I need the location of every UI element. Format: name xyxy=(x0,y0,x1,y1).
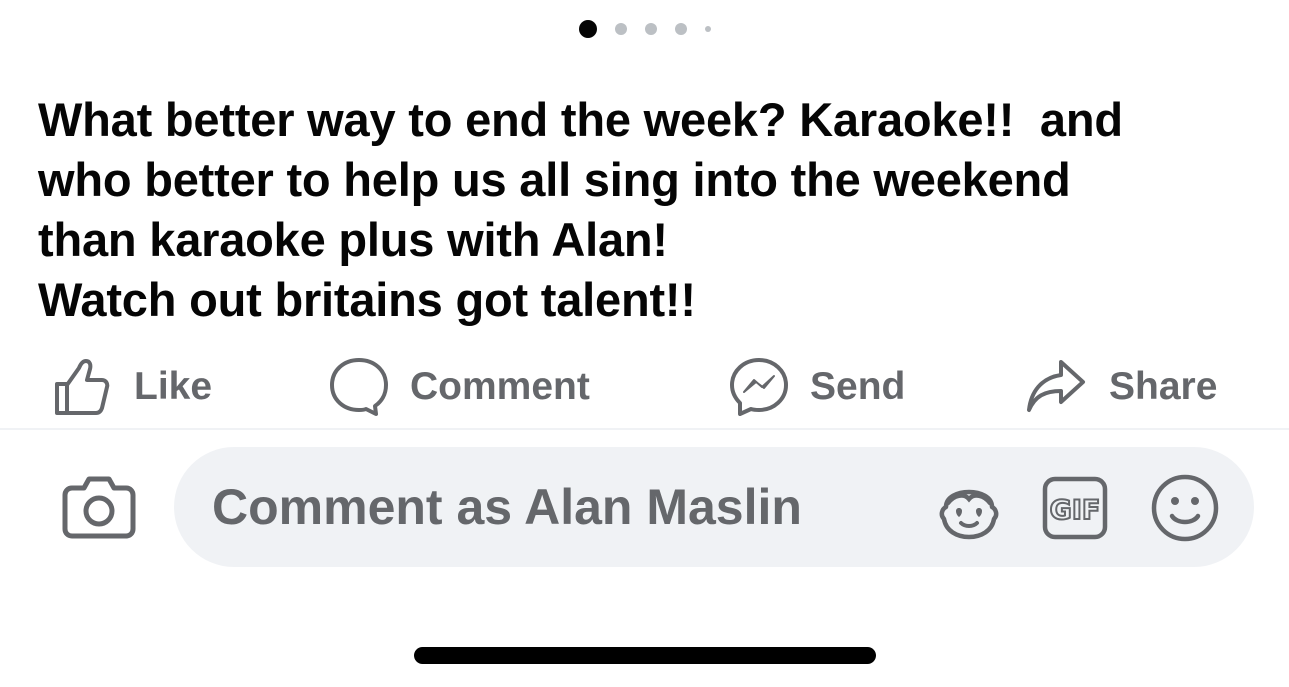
camera-icon[interactable] xyxy=(62,474,136,540)
smiley-icon[interactable] xyxy=(1150,473,1220,543)
thumbs-up-icon xyxy=(52,358,110,416)
page-dot[interactable] xyxy=(644,23,657,35)
like-button[interactable]: Like xyxy=(52,356,212,418)
page-dot-active[interactable] xyxy=(578,20,597,38)
comment-label: Comment xyxy=(410,365,590,408)
share-label: Share xyxy=(1109,365,1218,408)
share-arrow-icon xyxy=(1025,358,1087,416)
divider xyxy=(0,428,1289,430)
send-label: Send xyxy=(810,365,906,408)
comment-input[interactable]: Comment as Alan Maslin GIF xyxy=(174,447,1254,567)
speech-bubble-icon xyxy=(330,358,388,416)
post-text-line: Watch out britains got talent!! xyxy=(38,273,696,326)
carousel-pagination xyxy=(0,20,1289,38)
gif-label: GIF xyxy=(1050,495,1101,526)
send-button[interactable]: Send xyxy=(730,356,905,418)
post-text-line: who better to help us all sing into the … xyxy=(38,153,1071,206)
gif-icon[interactable]: GIF xyxy=(1040,473,1110,543)
page-dot[interactable] xyxy=(674,23,687,35)
post-text-line: than karaoke plus with Alan! xyxy=(38,213,668,266)
page-dot[interactable] xyxy=(614,23,627,35)
page-dot[interactable] xyxy=(704,26,711,32)
post-text-line: What better way to end the week? Karaoke… xyxy=(38,93,1123,146)
messenger-icon xyxy=(730,358,788,416)
like-label: Like xyxy=(134,365,213,408)
comment-button[interactable]: Comment xyxy=(330,356,590,418)
share-button[interactable]: Share xyxy=(1025,356,1217,418)
post-action-bar: Like Comment Send Share xyxy=(0,356,1289,418)
post-text: What better way to end the week? Karaoke… xyxy=(38,90,1248,330)
comment-input-placeholder: Comment as Alan Maslin xyxy=(212,479,802,535)
avatar-sticker-icon[interactable] xyxy=(934,473,1004,543)
home-indicator[interactable] xyxy=(414,647,876,664)
